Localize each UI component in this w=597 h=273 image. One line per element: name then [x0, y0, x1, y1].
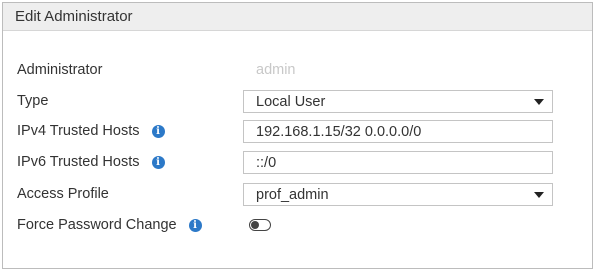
ipv6-trusted-hosts-input[interactable]: ::/0 — [243, 151, 553, 174]
access-profile-select[interactable]: prof_admin — [243, 183, 553, 206]
toggle-knob — [251, 220, 259, 229]
access-profile-row: Access Profile — [17, 181, 109, 207]
edit-administrator-panel: Edit Administrator Administrator admin T… — [2, 2, 593, 269]
ipv4-trusted-hosts-input[interactable]: 192.168.1.15/32 0.0.0.0/0 — [243, 120, 553, 143]
info-icon[interactable]: i — [151, 124, 165, 138]
access-profile-label: Access Profile — [17, 186, 109, 202]
chevron-down-icon — [534, 192, 544, 198]
panel-header: Edit Administrator — [3, 3, 592, 31]
type-select[interactable]: Local User — [243, 90, 553, 113]
administrator-value: admin — [256, 62, 296, 78]
ipv6-row: IPv6 Trusted Hosts i — [17, 149, 165, 175]
ipv4-row: IPv4 Trusted Hosts i — [17, 118, 165, 144]
administrator-label: Administrator — [17, 62, 103, 78]
ipv6-input-value: ::/0 — [256, 154, 277, 171]
force-password-change-label: Force Password Change — [17, 217, 177, 233]
force-password-change-row: Force Password Change i — [17, 212, 202, 238]
type-select-value: Local User — [256, 93, 326, 110]
chevron-down-icon — [534, 99, 544, 105]
panel-title: Edit Administrator — [15, 8, 133, 25]
type-row: Type — [17, 88, 48, 114]
type-label: Type — [17, 93, 49, 109]
ipv4-input-value: 192.168.1.15/32 0.0.0.0/0 — [256, 123, 422, 140]
ipv6-label: IPv6 Trusted Hosts — [17, 154, 140, 170]
access-profile-select-value: prof_admin — [256, 186, 329, 203]
administrator-row: Administrator — [17, 57, 102, 83]
ipv4-label: IPv4 Trusted Hosts — [17, 123, 140, 139]
force-password-change-toggle[interactable] — [249, 219, 271, 231]
info-icon[interactable]: i — [151, 155, 165, 169]
info-icon[interactable]: i — [188, 218, 202, 232]
